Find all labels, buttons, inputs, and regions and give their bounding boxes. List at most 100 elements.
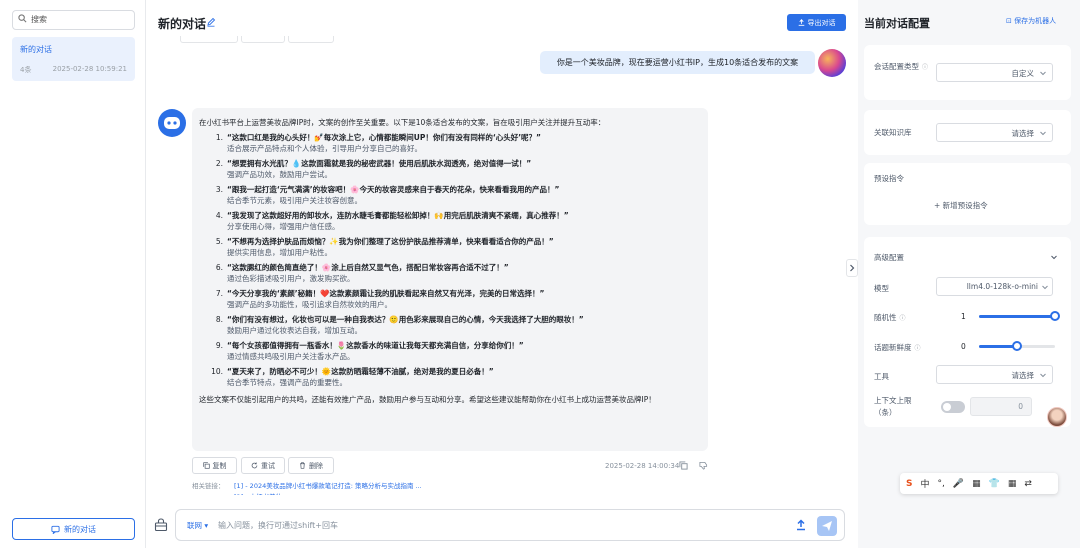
conversation-type-text: 会话配置类型 — [874, 62, 919, 71]
assistant-avatar[interactable] — [1047, 407, 1067, 427]
knowledge-base-icon[interactable] — [154, 518, 168, 532]
chevron-down-icon — [1040, 373, 1046, 378]
item-number: 1. — [215, 133, 223, 142]
info-icon: ⓘ — [922, 64, 929, 71]
copy-icon — [202, 462, 210, 469]
export-label: 导出对话 — [807, 18, 836, 27]
chevron-down-icon — [1042, 285, 1048, 290]
info-icon: ⓘ — [914, 345, 921, 352]
item-number: 3. — [215, 185, 223, 194]
preset-prompt-label: 预设指令 — [874, 174, 904, 183]
item-number: 7. — [215, 289, 223, 298]
copy-button[interactable]: 复制 — [192, 457, 237, 474]
tools-select[interactable]: 请选择 — [936, 365, 1053, 384]
item-quote: “今天分享我的‘素颜’秘籍！❤️这款素颜霜让我的肌肤看起来自然又有光泽，完美的日… — [227, 289, 545, 298]
add-preset-prompt-button[interactable]: + 新增预设指令 — [934, 200, 988, 211]
item-description: 强调产品的多功能性，吸引追求自然妆效的用户。 — [227, 300, 392, 309]
bot-intro: 在小红书平台上运营美妆品牌IP时，文案的创作至关重要。以下是10条适合发布的文案… — [199, 118, 606, 127]
dislike-icon[interactable] — [699, 461, 708, 470]
item-description: 分享使用心得，增强用户信任感。 — [227, 222, 340, 231]
ime-tool-icon[interactable]: ▦ — [1008, 479, 1017, 489]
collapse-panel-toggle[interactable] — [846, 259, 858, 277]
user-avatar — [818, 49, 846, 77]
bot-avatar — [158, 109, 186, 137]
knowledge-base-card: 关联知识库 请选择 — [864, 110, 1071, 155]
item-quote: “不想再为选择护肤品而烦恼？✨我为你们整理了这份护肤品推荐清单，快来看看适合你的… — [227, 237, 554, 246]
copy-list-item: 3. “跟我一起打造‘元气满满’的妆容吧！🌸今天的妆容灵感来自于春天的花朵，快来看… — [199, 184, 700, 206]
robot-icon — [164, 117, 180, 129]
retry-label: 重试 — [261, 461, 275, 470]
network-toggle[interactable]: 联网 ▾ — [187, 520, 208, 531]
send-icon — [822, 521, 832, 531]
related-link[interactable]: [1] - 2024美妆品牌小红书爆款笔记打造: 策略分析与实战指南 ... — [234, 480, 422, 490]
search-input[interactable]: 搜索 — [12, 10, 135, 30]
context-limit-input[interactable]: 0 — [970, 397, 1032, 416]
item-quote: “夏天来了，防晒必不可少！🌞这款防晒霜轻薄不油腻，绝对是我的夏日必备！” — [227, 367, 494, 376]
copy-icon[interactable] — [679, 461, 688, 470]
related-link[interactable]: [2] - 小红书美妆... — [234, 491, 454, 495]
send-button[interactable] — [817, 516, 837, 536]
conversation-item[interactable]: 新的对话 4条 2025-02-28 10:59:21 — [12, 37, 135, 81]
item-number: 6. — [215, 263, 223, 272]
conversation-type-select[interactable]: 自定义 — [936, 63, 1053, 82]
message-input[interactable] — [218, 517, 738, 534]
item-description: 结合季节元素，吸引用户关注妆容创意。 — [227, 196, 362, 205]
ime-toolbar: S 中 °, 🎤 ▦ 👕 ▦ ⇄ — [900, 473, 1058, 494]
previous-action-button[interactable] — [241, 36, 285, 43]
item-description: 鼓励用户通过化妆表达自我，增加互动。 — [227, 326, 362, 335]
copy-list-item: 9. “每个女孩都值得拥有一瓶香水！🌷这款香水的味道让我每天都充满自信，分享给你们… — [199, 340, 700, 362]
ime-tool-icon[interactable]: ⇄ — [1024, 479, 1032, 489]
item-description: 提供实用信息，增加用户粘性。 — [227, 248, 332, 257]
item-number: 10. — [211, 367, 223, 376]
page-title: 新的对话 — [158, 17, 207, 31]
message-time: 2025-02-28 14:00:34 — [605, 462, 680, 470]
upload-icon[interactable] — [795, 519, 807, 531]
delete-button[interactable]: 删除 — [288, 457, 334, 474]
advanced-config-label: 高级配置 — [874, 253, 904, 262]
new-conversation-button[interactable]: 新的对话 — [12, 518, 135, 540]
ime-tool-icon[interactable]: °, — [938, 479, 945, 489]
retry-button[interactable]: 重试 — [241, 457, 285, 474]
ime-tool-icon[interactable]: 🎤 — [953, 479, 964, 489]
copy-list-item: 4. “我发现了这款超好用的卸妆水，连防水睫毛膏都能轻松卸掉！🙌用完后肌肤清爽不紧… — [199, 210, 700, 232]
copy-list-item: 7. “今天分享我的‘素颜’秘籍！❤️这款素颜霜让我的肌肤看起来自然又有光泽，完美… — [199, 288, 700, 310]
ime-tool-icon[interactable]: 👕 — [989, 479, 1000, 489]
conversation-time: 2025-02-28 10:59:21 — [52, 65, 127, 73]
chevron-down-icon — [1040, 131, 1046, 136]
item-quote: “你们有没有想过，化妆也可以是一种自我表达？🙂用色彩来展现自己的心情，今天我选择… — [227, 315, 584, 324]
item-description: 通过色彩描述吸引用户，激发购买欲。 — [227, 274, 355, 283]
previous-action-button[interactable] — [180, 36, 238, 43]
model-select[interactable]: llm4.0-128k-o-mini — [936, 277, 1053, 296]
knowledge-base-value: 请选择 — [1011, 129, 1035, 138]
bot-message: 在小红书平台上运营美妆品牌IP时，文案的创作至关重要。以下是10条适合发布的文案… — [192, 108, 708, 451]
ime-tool-icon[interactable]: ▦ — [972, 479, 981, 489]
model-value: llm4.0-128k-o-mini — [966, 282, 1038, 291]
item-quote: “跟我一起打造‘元气满满’的妆容吧！🌸今天的妆容灵感来自于春天的花朵，快来看看我… — [227, 185, 560, 194]
item-number: 9. — [215, 341, 223, 350]
knowledge-base-select[interactable]: 请选择 — [936, 123, 1053, 142]
freshness-slider-handle[interactable] — [1012, 341, 1022, 351]
conversation-type-card: 会话配置类型 ⓘ 自定义 — [864, 45, 1071, 100]
item-description: 通过情感共鸣吸引用户关注香水产品。 — [227, 352, 355, 361]
chevron-down-icon — [1040, 71, 1046, 76]
chevron-down-icon[interactable] — [1050, 253, 1058, 261]
save-as-robot-button[interactable]: ⊡ 保存为机器人 — [1006, 16, 1056, 26]
ime-tool-icon[interactable]: S — [906, 479, 912, 489]
refresh-icon — [251, 462, 258, 469]
chevron-right-icon — [850, 264, 855, 272]
export-icon — [798, 19, 804, 26]
model-label: 模型 — [874, 284, 889, 293]
previous-action-button[interactable] — [288, 36, 334, 43]
context-limit-toggle[interactable] — [941, 401, 965, 413]
ime-tool-icon[interactable]: 中 — [920, 477, 929, 490]
item-description: 适合展示产品特点和个人体验，引导用户分享自己的喜好。 — [227, 144, 422, 153]
item-quote: “我发现了这款超好用的卸妆水，连防水睫毛膏都能轻松卸掉！🙌用完后肌肤清爽不紧绷，… — [227, 211, 569, 220]
item-quote: “这款腮红的颜色简直绝了！🌸涂上后自然又显气色，搭配日常妆容再合适不过了！” — [227, 263, 509, 272]
item-quote: “想要拥有水光肌？💧这款面霜就是我的秘密武器！使用后肌肤水润透亮，绝对值得一试！… — [227, 159, 532, 168]
advanced-config-card: 高级配置 模型 llm4.0-128k-o-mini 随机性 ⓘ 1 话题新鲜度 ⓘ… — [864, 237, 1071, 427]
randomness-slider-handle[interactable] — [1050, 311, 1060, 321]
item-number: 8. — [215, 315, 223, 324]
bot-outro: 这些文案不仅能引起用户的共鸣，还能有效推广产品，鼓励用户参与互动和分享。希望这些… — [199, 395, 656, 404]
edit-icon[interactable] — [206, 17, 216, 27]
export-conversation-button[interactable]: 导出对话 — [787, 14, 846, 31]
